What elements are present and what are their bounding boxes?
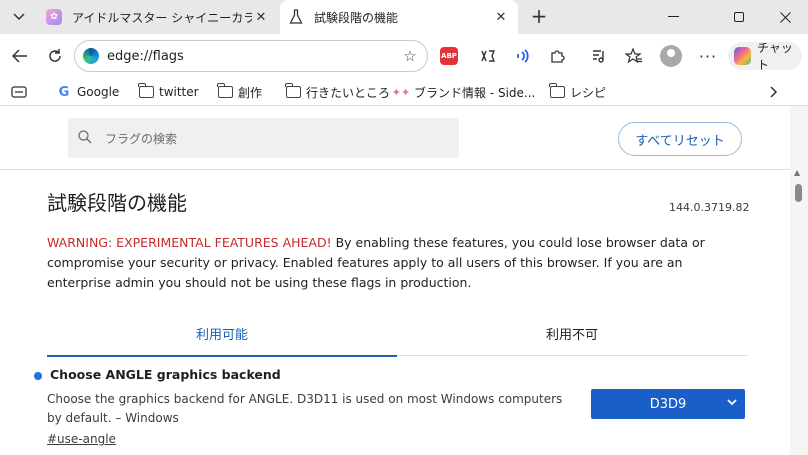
refresh-button[interactable] bbox=[43, 44, 67, 68]
bookmarks-menu-button[interactable] bbox=[11, 83, 27, 101]
bookmark-folder-souzaku[interactable]: 創作 bbox=[217, 83, 262, 101]
more-horizontal-icon: ··· bbox=[698, 46, 718, 66]
adblock-plus-extension-icon[interactable]: ABP bbox=[440, 47, 458, 65]
modified-indicator-dot bbox=[34, 372, 42, 380]
tab-strip: ✿ アイドルマスター シャイニーカラーズ ✕ 試験段階の機能 ✕ + bbox=[0, 0, 808, 34]
tab-label: 利用不可 bbox=[545, 327, 598, 343]
close-window-button[interactable] bbox=[762, 0, 808, 34]
folder-icon bbox=[285, 83, 301, 98]
copilot-label: チャット bbox=[756, 41, 793, 72]
favorites-icon[interactable] bbox=[622, 44, 646, 68]
bookmark-brand-info[interactable]: ✦✦ ブランド情報 - Side... bbox=[391, 83, 536, 101]
address-bar[interactable]: edge://flags ☆ bbox=[74, 40, 428, 72]
bookmark-label: 行きたいところ bbox=[306, 85, 391, 100]
chevron-down-icon bbox=[13, 13, 25, 21]
sidebar-icon: ✦✦ bbox=[391, 85, 411, 99]
flags-header: フラグの検索 すべてリセット bbox=[0, 106, 790, 170]
settings-menu-button[interactable]: ··· bbox=[696, 44, 720, 68]
minimize-button[interactable] bbox=[650, 0, 696, 34]
reset-all-button[interactable]: すべてリセット bbox=[618, 122, 742, 156]
close-tab-icon[interactable]: ✕ bbox=[252, 8, 270, 26]
folder-icon bbox=[217, 83, 233, 98]
profile-avatar[interactable] bbox=[660, 45, 682, 67]
tab-unavailable[interactable]: 利用不可 bbox=[397, 310, 747, 356]
flask-icon bbox=[288, 9, 304, 25]
tab-flags[interactable]: 試験段階の機能 ✕ bbox=[280, 0, 518, 34]
folder-icon bbox=[549, 83, 565, 98]
search-icon bbox=[78, 130, 94, 146]
tab-actions-menu-button[interactable] bbox=[6, 5, 32, 29]
copilot-icon bbox=[734, 47, 751, 65]
bookmark-label: レシピ bbox=[570, 85, 607, 100]
page-title: 試験段階の機能 bbox=[47, 191, 187, 215]
search-placeholder: フラグの検索 bbox=[105, 132, 178, 146]
bookmark-label: Google bbox=[77, 85, 120, 99]
flag-name: Choose ANGLE graphics backend bbox=[50, 367, 281, 382]
shinycolors-favicon-icon: ✿ bbox=[46, 9, 62, 25]
back-button[interactable] bbox=[8, 44, 32, 68]
tab-shinycolors[interactable]: ✿ アイドルマスター シャイニーカラーズ ✕ bbox=[38, 0, 278, 34]
chevron-right-icon bbox=[770, 86, 778, 98]
flags-main: 試験段階の機能 144.0.3719.82 WARNING: EXPERIMEN… bbox=[0, 170, 790, 455]
extension-tool-icon[interactable] bbox=[476, 44, 500, 68]
warning-message: WARNING: EXPERIMENTAL FEATURES AHEAD! By… bbox=[47, 233, 747, 293]
read-aloud-extension-icon[interactable] bbox=[511, 44, 535, 68]
flag-permalink[interactable]: #use-angle bbox=[47, 432, 116, 446]
bookmark-label: 創作 bbox=[238, 85, 263, 100]
extensions-puzzle-icon[interactable] bbox=[545, 44, 569, 68]
bookmark-label: ブランド情報 - Side... bbox=[414, 85, 536, 100]
back-arrow-icon bbox=[12, 49, 27, 63]
copilot-chat-button[interactable]: チャット bbox=[728, 41, 802, 72]
close-tab-icon[interactable]: ✕ bbox=[492, 8, 510, 26]
bookmark-label: twitter bbox=[159, 85, 199, 99]
warning-heading: WARNING: EXPERIMENTAL FEATURES AHEAD! bbox=[47, 235, 332, 250]
close-icon bbox=[779, 11, 791, 23]
flag-select-value: D3D9 bbox=[649, 396, 687, 412]
toolbar: edge://flags ☆ ABP ··· チャット bbox=[0, 34, 808, 78]
version-label: 144.0.3719.82 bbox=[669, 201, 750, 214]
flag-search-input[interactable]: フラグの検索 bbox=[68, 118, 459, 158]
tab-label: 利用可能 bbox=[195, 327, 248, 343]
flag-tabs: 利用可能 利用不可 bbox=[47, 310, 747, 357]
maximize-button[interactable] bbox=[716, 0, 762, 34]
google-icon: G bbox=[58, 84, 70, 100]
tab-selected-indicator bbox=[47, 355, 397, 357]
minimize-icon bbox=[667, 16, 679, 17]
flag-select[interactable]: D3D9 bbox=[591, 389, 745, 419]
scroll-up-arrow-icon[interactable]: ▲ bbox=[794, 168, 800, 177]
edge-logo-icon bbox=[83, 48, 99, 64]
bookmark-folder-twitter[interactable]: twitter bbox=[138, 83, 199, 101]
plus-icon: + bbox=[530, 4, 548, 28]
refresh-icon bbox=[49, 49, 61, 62]
folder-icon bbox=[138, 83, 154, 98]
chevron-down-icon bbox=[727, 396, 737, 409]
bookmark-google[interactable]: G Google bbox=[56, 83, 120, 101]
more-bookmarks-button[interactable] bbox=[770, 83, 778, 101]
tab-title: 試験段階の機能 bbox=[314, 11, 399, 25]
bookmark-folder-recipe[interactable]: レシピ bbox=[549, 83, 606, 101]
page-content: フラグの検索 すべてリセット 試験段階の機能 144.0.3719.82 WAR… bbox=[0, 106, 808, 455]
flag-description: Choose the graphics backend for ANGLE. D… bbox=[47, 392, 563, 425]
maximize-icon bbox=[734, 12, 744, 22]
scrollbar-thumb[interactable] bbox=[795, 184, 802, 202]
address-bar-url[interactable]: edge://flags bbox=[107, 49, 184, 64]
add-favorite-star-icon[interactable]: ☆ bbox=[401, 47, 419, 65]
media-control-icon[interactable] bbox=[587, 44, 611, 68]
bookmarks-bar: G Google twitter 創作 行きたいところ ✦✦ ブランド情報 - … bbox=[0, 78, 808, 106]
tab-title: アイドルマスター シャイニーカラーズ bbox=[72, 11, 252, 25]
bookmark-folder-ikitai[interactable]: 行きたいところ bbox=[285, 83, 390, 101]
vertical-scrollbar[interactable]: ▲ bbox=[790, 106, 808, 455]
new-tab-button[interactable]: + bbox=[528, 4, 550, 28]
flag-item: Choose ANGLE graphics backend Choose the… bbox=[34, 366, 754, 455]
bookmarks-list-icon bbox=[11, 86, 27, 98]
tab-available[interactable]: 利用可能 bbox=[47, 310, 397, 357]
